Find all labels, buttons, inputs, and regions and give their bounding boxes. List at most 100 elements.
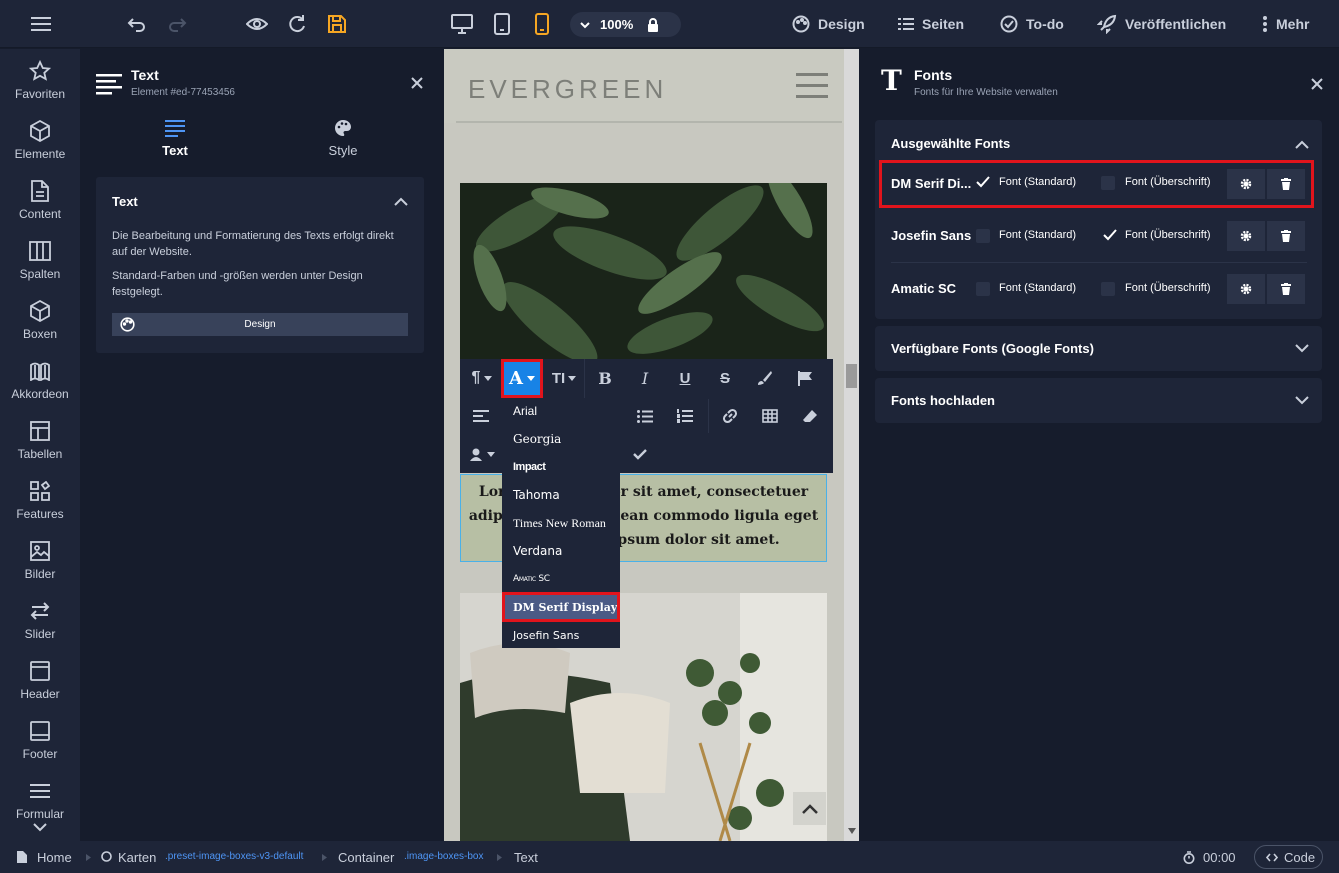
nav-more[interactable]: Mehr: [1262, 12, 1309, 36]
canvas-scrollbar[interactable]: [844, 49, 859, 841]
link-icon[interactable]: [713, 399, 747, 433]
font-option-arial[interactable]: Arial: [502, 398, 620, 424]
sidebar-item-label: Content: [18, 207, 62, 221]
font-delete-button[interactable]: [1267, 169, 1305, 199]
heading-font-checkbox[interactable]: [1101, 176, 1115, 190]
standard-font-checkbox[interactable]: [976, 176, 990, 188]
sidebar-item-features[interactable]: Features: [0, 469, 80, 529]
font-option-dm-serif-display[interactable]: DM Serif Display: [502, 592, 620, 622]
font-size-button[interactable]: TI: [546, 361, 582, 395]
scroll-down-arrow-icon[interactable]: [848, 828, 856, 834]
google-fonts-section[interactable]: Verfügbare Fonts (Google Fonts): [875, 326, 1322, 371]
save-icon[interactable]: [325, 12, 349, 36]
tab-style[interactable]: Style: [293, 119, 393, 158]
font-family-dropdown: Arial Georgia Impact Tahoma Times New Ro…: [502, 398, 620, 648]
design-button[interactable]: Design: [112, 313, 408, 336]
sidebar-item-content[interactable]: Content: [0, 169, 80, 229]
font-settings-button[interactable]: [1227, 221, 1265, 251]
chevron-up-icon[interactable]: [1295, 140, 1309, 149]
tab-text[interactable]: Text: [125, 119, 225, 158]
refresh-icon[interactable]: [285, 12, 309, 36]
menu-icon[interactable]: [29, 12, 53, 36]
standard-font-checkbox[interactable]: [976, 282, 990, 296]
breadcrumb-container[interactable]: Container: [338, 850, 394, 865]
nav-pages[interactable]: Seiten: [898, 12, 964, 36]
sidebar-item-formular[interactable]: Formular: [0, 769, 80, 829]
brush-icon[interactable]: [748, 361, 782, 395]
font-delete-button[interactable]: [1267, 274, 1305, 304]
redo-icon[interactable]: [165, 12, 189, 36]
table-icon[interactable]: [753, 399, 787, 433]
italic-icon[interactable]: I: [628, 361, 662, 395]
font-option-amatic-sc[interactable]: Amatic SC: [502, 566, 620, 592]
heading-font-label: Font (Überschrift): [1125, 229, 1211, 241]
breadcrumb-karten[interactable]: Karten: [118, 850, 156, 865]
scrollbar-thumb[interactable]: [846, 364, 857, 388]
sidebar-item-tabellen[interactable]: Tabellen: [0, 409, 80, 469]
sidebar-item-favoriten[interactable]: Favoriten: [0, 49, 80, 109]
font-settings-button[interactable]: [1227, 274, 1265, 304]
close-icon[interactable]: [410, 76, 424, 90]
desktop-view-icon[interactable]: [450, 12, 474, 36]
numbered-list-icon[interactable]: [668, 399, 702, 433]
flag-icon[interactable]: [788, 361, 822, 395]
lock-icon[interactable]: [647, 17, 659, 32]
breadcrumb-home[interactable]: Home: [37, 850, 72, 865]
font-option-times-new-roman[interactable]: Times New Roman: [502, 510, 620, 536]
font-option-label: Arial: [513, 404, 538, 418]
font-delete-button[interactable]: [1267, 221, 1305, 251]
sidebar-item-bilder[interactable]: Bilder: [0, 529, 80, 589]
caret-down-icon: [523, 376, 535, 381]
site-logo[interactable]: EVERGREEN: [468, 74, 667, 105]
hamburger-icon[interactable]: [796, 72, 828, 100]
underline-icon[interactable]: U: [668, 361, 702, 395]
font-option-josefin-sans[interactable]: Josefin Sans: [502, 622, 620, 648]
close-icon[interactable]: [1310, 77, 1324, 91]
undo-icon[interactable]: [125, 12, 149, 36]
font-option-impact[interactable]: Impact: [502, 454, 620, 480]
font-row-dm-serif: DM Serif Di... Font (Standard) Font (Übe…: [879, 160, 1314, 208]
tablet-view-icon[interactable]: [490, 12, 514, 36]
chevron-right-icon: [322, 854, 327, 861]
font-option-verdana[interactable]: Verdana: [502, 538, 620, 564]
sidebar-item-header[interactable]: Header: [0, 649, 80, 709]
heading-font-checkbox[interactable]: [1101, 282, 1115, 296]
breadcrumb-class: .image-boxes-box: [404, 851, 484, 862]
sidebar-item-boxen[interactable]: Boxen: [0, 289, 80, 349]
sidebar-item-slider[interactable]: Slider: [0, 589, 80, 649]
paragraph-format-button[interactable]: ¶: [464, 361, 500, 395]
nav-todo[interactable]: To-do: [1000, 12, 1064, 36]
align-left-icon[interactable]: [464, 399, 498, 433]
sidebar-item-footer[interactable]: Footer: [0, 709, 80, 769]
font-option-georgia[interactable]: Georgia: [502, 426, 620, 452]
standard-font-label: Font (Standard): [999, 229, 1077, 241]
zoom-control[interactable]: 100%: [570, 12, 681, 37]
nav-design[interactable]: Design: [792, 12, 865, 36]
eraser-icon[interactable]: [793, 399, 827, 433]
strikethrough-icon[interactable]: S: [708, 361, 742, 395]
person-button[interactable]: [464, 437, 500, 471]
font-family-button[interactable]: A: [501, 359, 543, 398]
sidebar-item-elemente[interactable]: Elemente: [0, 109, 80, 169]
chevron-down-icon[interactable]: [580, 21, 590, 29]
code-button[interactable]: Code: [1254, 845, 1323, 869]
font-settings-button[interactable]: [1227, 169, 1265, 199]
breadcrumb-text[interactable]: Text: [514, 850, 538, 865]
bullet-list-icon[interactable]: [628, 399, 662, 433]
star-icon: [29, 59, 51, 83]
bold-icon[interactable]: B: [588, 361, 622, 395]
heading-font-checkbox[interactable]: [1103, 229, 1117, 241]
standard-font-checkbox[interactable]: [976, 229, 990, 243]
leaves-image[interactable]: [460, 183, 827, 363]
font-option-tahoma[interactable]: Tahoma: [502, 482, 620, 508]
upload-fonts-section[interactable]: Fonts hochladen: [875, 378, 1322, 423]
mobile-view-icon[interactable]: [530, 12, 554, 36]
chevron-up-icon[interactable]: [394, 197, 408, 206]
apply-check-icon[interactable]: [623, 437, 657, 471]
sidebar-item-spalten[interactable]: Spalten: [0, 229, 80, 289]
nav-publish[interactable]: Veröffentlichen: [1097, 12, 1226, 36]
scroll-top-button[interactable]: [793, 792, 826, 825]
chevron-down-icon[interactable]: [33, 823, 47, 832]
sidebar-item-akkordeon[interactable]: Akkordeon: [0, 349, 80, 409]
preview-eye-icon[interactable]: [245, 12, 269, 36]
